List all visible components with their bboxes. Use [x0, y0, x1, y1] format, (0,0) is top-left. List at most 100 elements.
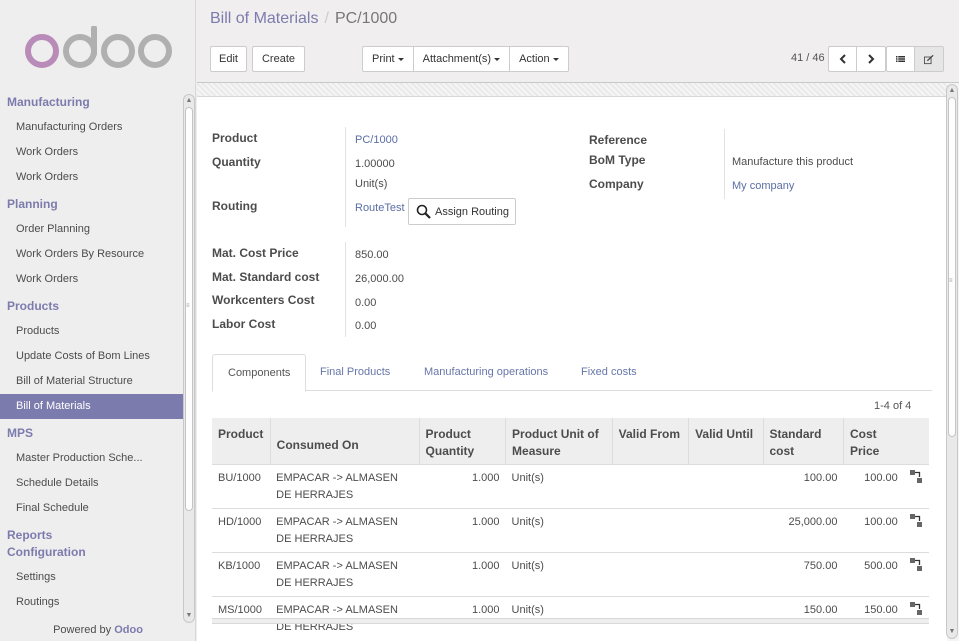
- cell-product: HD/1000: [212, 508, 271, 553]
- menu-item-products[interactable]: Products: [0, 319, 183, 344]
- menu-item-work-orders-by-resource[interactable]: Work Orders By Resource: [0, 242, 183, 267]
- components-table: Product Consumed On Product Quantity Pro…: [212, 418, 929, 640]
- tab-final-products[interactable]: Final Products: [305, 354, 405, 391]
- cell-quantity: 1.000: [419, 464, 506, 509]
- scroll-up-icon[interactable]: ▲: [947, 86, 957, 96]
- field-divider: [724, 129, 725, 199]
- scroll-down-icon[interactable]: ▼: [947, 627, 957, 637]
- scroll-grip-icon: ≡: [949, 278, 953, 284]
- col-valid-until[interactable]: Valid Until: [688, 418, 763, 465]
- caret-down-icon: [494, 57, 501, 61]
- assign-routing-button[interactable]: Assign Routing: [408, 198, 516, 225]
- odoo-logo[interactable]: [22, 26, 174, 72]
- pager-value[interactable]: 41 / 46: [791, 52, 825, 64]
- routing-link[interactable]: RouteTest: [355, 202, 405, 214]
- menu-section-mps: MPS: [7, 426, 34, 440]
- cell-valid-until: [688, 552, 763, 597]
- table-row[interactable]: BU/1000 EMPACAR -> ALMASEN DE HERRAJES 1…: [212, 464, 929, 509]
- tab-components[interactable]: Components: [212, 354, 307, 392]
- company-link[interactable]: My company: [732, 180, 794, 192]
- bom-structure-icon[interactable]: [909, 602, 923, 616]
- col-valid-from[interactable]: Valid From: [611, 418, 689, 465]
- tab-fixed-costs[interactable]: Fixed costs: [566, 354, 652, 391]
- attachments-dropdown[interactable]: Attachment(s): [414, 47, 511, 71]
- table-header-row: Product Consumed On Product Quantity Pro…: [212, 418, 929, 465]
- pager-previous-button[interactable]: [829, 47, 857, 71]
- col-uom[interactable]: Product Unit of Measure: [505, 418, 613, 465]
- labor-cost-value: 0.00: [355, 320, 377, 332]
- attachments-label: Attachment(s): [422, 53, 492, 65]
- reference-label: Reference: [589, 133, 648, 147]
- product-link[interactable]: PC/1000: [355, 134, 398, 146]
- menu-item-manufacturing-orders[interactable]: Manufacturing Orders: [0, 115, 183, 140]
- col-standard-cost[interactable]: Standard cost: [762, 418, 844, 465]
- menu-section-products: Products: [7, 299, 60, 313]
- menu-item-bom-structure[interactable]: Bill of Material Structure: [0, 369, 183, 394]
- bom-structure-icon[interactable]: [909, 470, 923, 484]
- form-scrollbar-thumb[interactable]: [948, 97, 956, 437]
- cell-actions: [903, 464, 929, 509]
- scroll-down-icon[interactable]: ▼: [184, 611, 194, 621]
- cell-uom: Unit(s): [505, 508, 613, 553]
- menu-item-work-orders[interactable]: Work Orders: [0, 140, 183, 165]
- cell-valid-from: [612, 508, 689, 553]
- form-view-button[interactable]: [915, 47, 943, 71]
- menu-item-work-orders-2[interactable]: Work Orders: [0, 165, 183, 190]
- create-button[interactable]: Create: [252, 46, 305, 72]
- action-dropdown[interactable]: Action: [510, 47, 568, 71]
- list-view-button[interactable]: [887, 47, 915, 71]
- col-product-quantity[interactable]: Product Quantity: [418, 418, 506, 465]
- menu-item-settings[interactable]: Settings: [0, 565, 183, 590]
- menu-item-master-production-schedule[interactable]: Master Production Sche...: [0, 446, 183, 471]
- scroll-up-icon[interactable]: ▲: [184, 96, 194, 106]
- sidebar-scrollbar-thumb[interactable]: [185, 107, 193, 511]
- quantity-value: 1.00000: [355, 158, 395, 170]
- menu-item-bill-of-materials[interactable]: Bill of Materials: [0, 394, 183, 419]
- form-sheet: Product PC/1000 Quantity 1.00000 Unit(s)…: [197, 97, 947, 641]
- list-pager[interactable]: 1-4 of 4: [874, 400, 911, 412]
- powered-by-text: Powered by: [53, 624, 112, 636]
- cell-uom: Unit(s): [505, 552, 613, 597]
- cell-standard-cost: 25,000.00: [763, 508, 844, 553]
- cell-product: KB/1000: [212, 552, 271, 597]
- cell-consumed-on: EMPACAR -> ALMASEN DE HERRAJES: [270, 508, 420, 553]
- print-label: Print: [372, 53, 395, 65]
- col-cost-price[interactable]: Cost Price: [842, 418, 904, 465]
- col-product[interactable]: Product: [212, 418, 271, 465]
- bom-structure-icon[interactable]: [909, 558, 923, 572]
- menu-item-work-orders-3[interactable]: Work Orders: [0, 267, 183, 292]
- cell-quantity: 1.000: [419, 552, 506, 597]
- tab-manufacturing-operations[interactable]: Manufacturing operations: [409, 354, 563, 391]
- pager-next-button[interactable]: [857, 47, 885, 71]
- menu-item-schedule-details[interactable]: Schedule Details: [0, 471, 183, 496]
- menu-item-routings[interactable]: Routings: [0, 590, 183, 615]
- workcenters-cost-value: 0.00: [355, 297, 377, 309]
- powered-by-brand-link[interactable]: Odoo: [114, 624, 143, 636]
- edit-form-icon: [924, 54, 934, 64]
- col-actions: [903, 418, 929, 465]
- menu-item-operations[interactable]: Operations: [0, 615, 183, 620]
- cell-standard-cost: 100.00: [763, 464, 844, 509]
- breadcrumb-parent-link[interactable]: Bill of Materials: [210, 10, 318, 27]
- menu-item-order-planning[interactable]: Order Planning: [0, 217, 183, 242]
- mat-cost-price-label: Mat. Cost Price: [212, 246, 299, 260]
- product-label: Product: [212, 131, 258, 145]
- print-dropdown[interactable]: Print: [363, 47, 414, 71]
- menu-item-update-costs[interactable]: Update Costs of Bom Lines: [0, 344, 183, 369]
- form-scrollbar[interactable]: ▲ ≡ ▼: [946, 84, 958, 639]
- sidebar-scrollbar[interactable]: ▲ ≡ ▼: [183, 94, 195, 623]
- bom-type-value: Manufacture this product: [732, 156, 854, 168]
- assign-routing-label: Assign Routing: [435, 205, 509, 218]
- col-consumed-on[interactable]: Consumed On: [269, 418, 420, 465]
- bom-structure-icon[interactable]: [909, 514, 923, 528]
- menu-section-reports[interactable]: Reports: [0, 527, 183, 544]
- cell-actions: [903, 552, 929, 597]
- caret-down-icon: [552, 57, 559, 61]
- menu-item-final-schedule[interactable]: Final Schedule: [0, 496, 183, 521]
- chevron-right-icon: [868, 54, 875, 64]
- edit-button[interactable]: Edit: [210, 46, 247, 72]
- breadcrumb-separator: /: [324, 10, 329, 27]
- cell-valid-until: [688, 464, 763, 509]
- table-row[interactable]: KB/1000 EMPACAR -> ALMASEN DE HERRAJES 1…: [212, 552, 929, 597]
- table-row[interactable]: HD/1000 EMPACAR -> ALMASEN DE HERRAJES 1…: [212, 508, 929, 553]
